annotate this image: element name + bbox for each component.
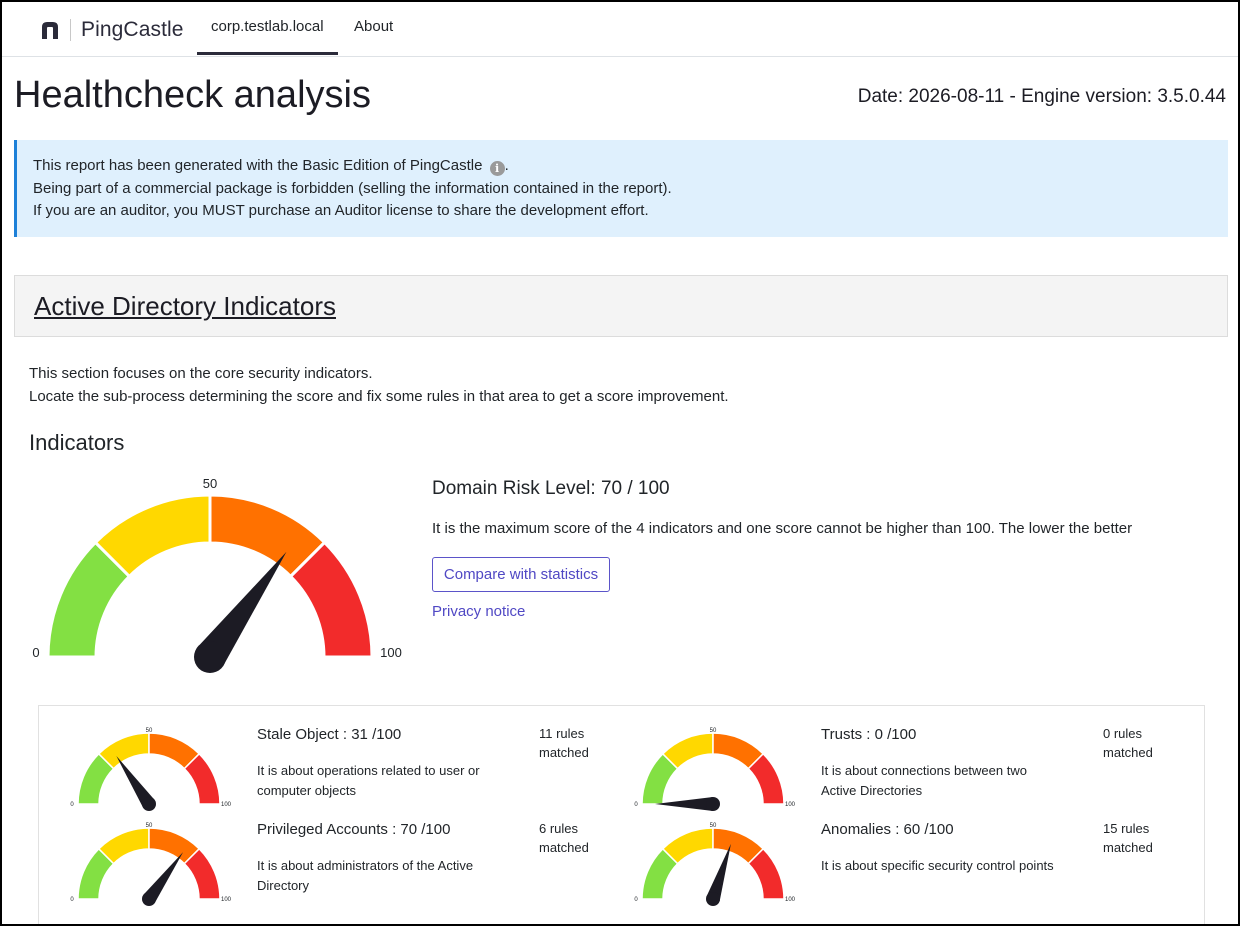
anomalies-description: It is about specific security control po… <box>821 858 1054 873</box>
gauge-label-max: 100 <box>785 802 796 808</box>
anomalies-gauge: 0 50 100 <box>634 823 796 906</box>
privileged-accounts-rules: 6 rules matched <box>539 821 589 855</box>
stale-objects-rules: 11 rules matched <box>539 726 589 760</box>
brand-name: PingCastle <box>81 18 184 41</box>
pingcastle-logo-icon <box>42 22 58 39</box>
top-navbar: PingCastle corp.testlab.local About <box>2 2 1238 57</box>
report-date-engine: Date: 2026-08-11 - Engine version: 3.5.0… <box>857 86 1226 107</box>
gauge-needle <box>706 843 731 902</box>
gauge-label-mid: 50 <box>146 823 153 829</box>
trusts-gauge: 0 50 100 <box>634 728 796 811</box>
tab-about[interactable]: About <box>340 2 407 55</box>
gauge-needle-hub <box>194 641 226 673</box>
gauge-label-min: 0 <box>70 897 74 903</box>
intro-line-1: This section focuses on the core securit… <box>29 365 373 382</box>
gauge-label-min: 0 <box>634 802 638 808</box>
stale-objects-gauge: 0 50 100 <box>70 728 232 811</box>
gauge-label-min: 0 <box>32 645 39 660</box>
gauge-label-mid: 50 <box>710 823 717 829</box>
anomalies-title: Anomalies : 60 /100 <box>821 821 954 838</box>
trusts-title: Trusts : 0 /100 <box>821 726 917 743</box>
gauge-label-max: 100 <box>221 802 232 808</box>
brand[interactable]: PingCastle <box>40 16 184 44</box>
gauge-needle-hub <box>142 892 156 906</box>
anomalies-rules: 15 rules matched <box>1103 821 1153 855</box>
notice-line-1: This report has been generated with the … <box>33 155 1228 178</box>
edition-notice: This report has been generated with the … <box>14 140 1228 237</box>
privileged-accounts-gauge: 0 50 100 <box>70 823 232 906</box>
stale-objects-description: It is about operations related to user o… <box>257 763 480 798</box>
notice-line-1-text: This report has been generated with the … <box>33 157 483 174</box>
gauge-label-mid: 50 <box>203 476 217 491</box>
tab-domain[interactable]: corp.testlab.local <box>197 2 338 55</box>
brand-separator <box>70 19 71 41</box>
notice-line-3: If you are an auditor, you MUST purchase… <box>33 202 649 219</box>
gauge-label-mid: 50 <box>146 728 153 734</box>
compare-statistics-button[interactable]: Compare with statistics <box>432 557 610 592</box>
trusts-rules: 0 rules matched <box>1103 726 1153 760</box>
domain-risk-gauge: 0 50 100 <box>32 476 402 673</box>
intro-line-2: Locate the sub-process determining the s… <box>29 387 729 405</box>
gauge-needle-hub <box>142 797 156 811</box>
stale-objects-title: Stale Object : 31 /100 <box>257 726 402 743</box>
gauge-label-max: 100 <box>380 645 402 660</box>
gauge-label-max: 100 <box>785 897 796 903</box>
indicators-heading: Indicators <box>29 430 125 455</box>
gauge-needle-hub <box>706 892 720 906</box>
privileged-accounts-description: It is about administrators of the Active… <box>257 858 474 893</box>
gauge-label-min: 0 <box>634 897 638 903</box>
gauge-label-max: 100 <box>221 897 232 903</box>
gauge-needle-hub <box>706 797 720 811</box>
domain-risk-title: Domain Risk Level: 70 / 100 <box>432 478 670 499</box>
privacy-notice-link[interactable]: Privacy notice <box>432 603 525 620</box>
indicator-cards: 0 50 100 Stale Object : 31 /100 It is abou… <box>38 705 1205 924</box>
gauge-label-min: 0 <box>70 802 74 808</box>
info-icon[interactable]: i <box>489 161 505 176</box>
trusts-description: It is about connections between two Acti… <box>821 763 1027 798</box>
section-header: Active Directory Indicators <box>14 275 1228 337</box>
gauge-label-mid: 50 <box>710 728 717 734</box>
section-intro: This section focuses on the core securit… <box>29 363 729 408</box>
section-title[interactable]: Active Directory Indicators <box>34 291 336 322</box>
notice-line-2: Being part of a commercial package is fo… <box>33 179 672 197</box>
domain-risk-description: It is the maximum score of the 4 indicat… <box>432 520 1133 537</box>
report-page: PingCastle corp.testlab.local About Heal… <box>0 0 1240 926</box>
page-title: Healthcheck analysis <box>14 74 371 116</box>
privileged-accounts-title: Privileged Accounts : 70 /100 <box>257 821 451 838</box>
notice-line-1-end: . <box>504 157 509 174</box>
